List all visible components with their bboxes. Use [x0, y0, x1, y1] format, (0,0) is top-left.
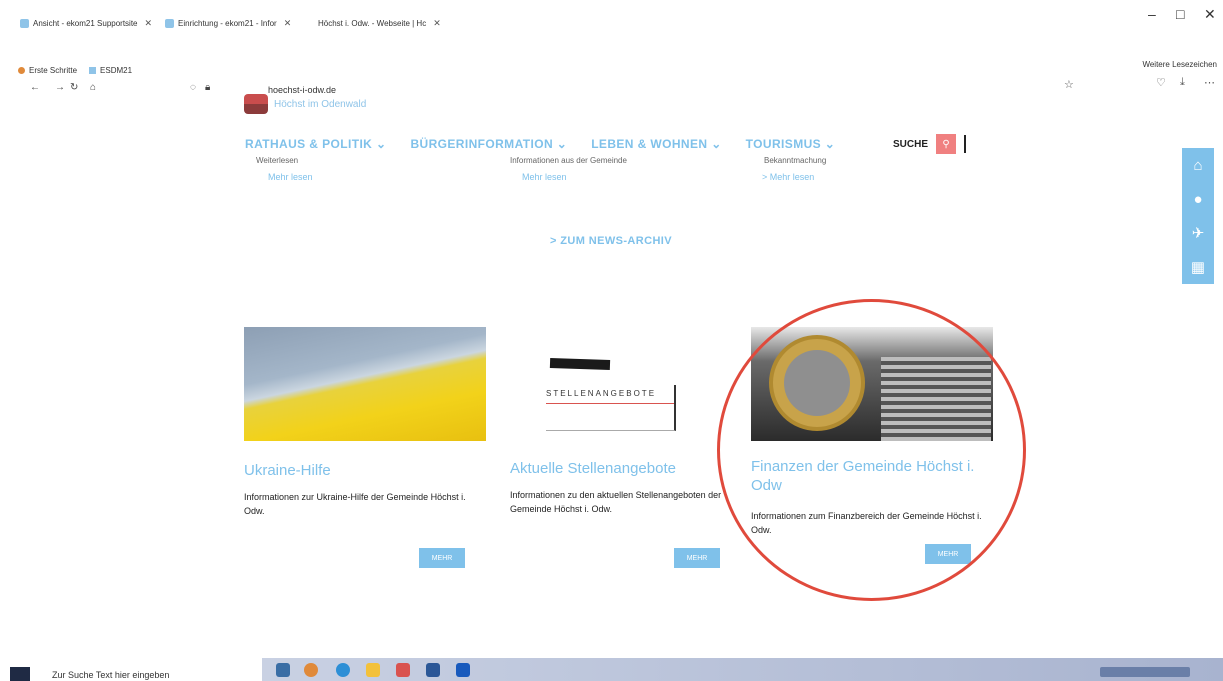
news-snippet-3: Bekanntmachung — [764, 156, 827, 165]
sidebar-calendar-button[interactable]: ▦ — [1182, 250, 1214, 284]
browser-tab-3[interactable]: Höchst i. Odw. - Webseite | Hc ✕ — [318, 18, 441, 29]
tab-title: Ansicht - ekom21 Supportsite — [33, 19, 138, 28]
sidebar-home-button[interactable]: ⌂ — [1182, 148, 1214, 182]
nav-rathaus-politik[interactable]: RATHAUS & POLITIK ⌄ — [245, 137, 386, 151]
paper-shape: STELLENANGEBOTE — [546, 385, 676, 431]
reload-icon[interactable]: ↻ — [70, 82, 78, 93]
card-more-button[interactable]: MEHR — [419, 548, 465, 568]
calendar-icon: ▦ — [1190, 259, 1206, 276]
extensions-icon[interactable]: ⋯ — [1204, 76, 1215, 89]
pin-icon: ✈ — [1191, 225, 1205, 242]
site-search: SUCHE ⚲ — [893, 134, 967, 154]
home-icon: ⌂ — [1193, 156, 1203, 174]
close-tab-icon[interactable]: ✕ — [433, 18, 441, 29]
search-label: SUCHE — [893, 138, 929, 150]
task-view-icon[interactable] — [276, 663, 290, 677]
news-read-more-2[interactable]: Mehr lesen — [522, 172, 567, 182]
ukraine-flag-image[interactable] — [244, 327, 486, 441]
back-icon[interactable]: ← — [30, 82, 40, 93]
bookmark-erste-schritte[interactable]: Erste Schritte — [18, 66, 77, 75]
divider — [964, 135, 967, 153]
underline-shape — [546, 403, 674, 404]
word-icon[interactable] — [456, 663, 470, 677]
bookmark-esdm21[interactable]: ESDM21 — [89, 66, 132, 75]
browser-tab-2[interactable]: Einrichtung - ekom21 - Infor ✕ — [165, 18, 291, 29]
main-navigation: RATHAUS & POLITIK ⌄ BÜRGERINFORMATION ⌄ … — [245, 137, 835, 151]
forward-icon[interactable]: → — [55, 82, 65, 93]
news-read-more-1[interactable]: Mehr lesen — [268, 172, 313, 182]
nav-leben-wohnen[interactable]: LEBEN & WOHNEN ⌄ — [591, 137, 721, 151]
address-bar: ← → ↻ ⌂ ◌ 🔒︎ hoechst-i-odw.de ☆ ♡ ⤓ ⋯ — [0, 38, 1223, 95]
search-button[interactable]: ⚲ — [936, 134, 957, 154]
coat-of-arms-icon — [244, 94, 268, 114]
shield-icon[interactable]: ◌ — [190, 82, 196, 93]
app-icon[interactable] — [396, 663, 410, 677]
news-snippet-1: Weiterlesen — [256, 156, 299, 165]
image-text: STELLENANGEBOTE — [546, 389, 657, 398]
tab-title: Höchst i. Odw. - Webseite | Hc — [318, 19, 427, 28]
card-title[interactable]: Aktuelle Stellenangebote — [510, 459, 752, 478]
edge-icon[interactable] — [336, 663, 350, 677]
search-icon: ⚲ — [942, 138, 950, 150]
card-description: Informationen zu den aktuellen Stellenan… — [510, 490, 722, 514]
tab-bar: Ansicht - ekom21 Supportsite ✕ Einrichtu… — [0, 0, 1223, 38]
bookmarks-bar: Erste Schritte ESDM21 — [18, 66, 132, 75]
tab-favicon-icon — [20, 19, 29, 28]
stellenangebote-image[interactable]: STELLENANGEBOTE — [510, 327, 752, 441]
person-icon: ● — [1193, 190, 1203, 208]
bookmark-star-icon[interactable]: ☆ — [1064, 78, 1074, 91]
maximize-icon[interactable]: □ — [1176, 6, 1184, 22]
site-name: Höchst im Odenwald — [274, 98, 367, 110]
tab-title: Einrichtung - ekom21 - Infor — [178, 19, 277, 28]
download-icon[interactable]: ⤓ — [1180, 76, 1185, 89]
firefox-icon[interactable] — [304, 663, 318, 677]
card-stellenangebote: STELLENANGEBOTE Aktuelle Stellenangebote… — [510, 327, 752, 568]
news-archive-link[interactable]: > ZUM NEWS-ARCHIV — [550, 235, 672, 247]
outlook-icon[interactable] — [426, 663, 440, 677]
paper-shape — [549, 357, 611, 371]
taskbar-search-input[interactable]: Zur Suche Text hier eingeben — [52, 670, 169, 680]
sidebar-contact-button[interactable]: ● — [1182, 182, 1214, 216]
close-tab-icon[interactable]: ✕ — [284, 18, 292, 29]
system-tray-icons[interactable] — [1100, 667, 1190, 677]
close-window-icon[interactable]: ✕ — [1204, 6, 1216, 23]
card-more-button[interactable]: MEHR — [674, 548, 720, 568]
card-description: Informationen zur Ukraine-Hilfe der Geme… — [244, 492, 466, 516]
card-title[interactable]: Ukraine-Hilfe — [244, 461, 486, 480]
home-icon[interactable]: ⌂ — [90, 82, 96, 93]
news-snippet-2: Informationen aus der Gemeinde — [510, 156, 627, 165]
close-tab-icon[interactable]: ✕ — [145, 18, 153, 29]
annotation-circle — [717, 299, 1026, 601]
minimize-icon[interactable]: – — [1148, 6, 1156, 22]
lock-icon: 🔒︎ — [205, 82, 211, 93]
nav-tourismus[interactable]: TOURISMUS ⌄ — [746, 137, 836, 151]
browser-tab-1[interactable]: Ansicht - ekom21 Supportsite ✕ — [20, 18, 152, 29]
card-ukraine-hilfe: Ukraine-Hilfe Informationen zur Ukraine-… — [244, 327, 486, 568]
windows-start-icon[interactable] — [10, 667, 30, 681]
nav-buergerinformation[interactable]: BÜRGERINFORMATION ⌄ — [410, 137, 567, 151]
tab-favicon-icon — [165, 19, 174, 28]
site-logo[interactable]: Höchst im Odenwald — [244, 94, 366, 114]
news-read-more-3[interactable]: > Mehr lesen — [762, 172, 814, 182]
sidebar-pin-button[interactable]: ✈ — [1182, 216, 1214, 250]
other-bookmarks[interactable]: Weitere Lesezeichen — [1142, 60, 1217, 69]
pocket-icon[interactable]: ♡ — [1156, 76, 1166, 89]
file-explorer-icon[interactable] — [366, 663, 380, 677]
